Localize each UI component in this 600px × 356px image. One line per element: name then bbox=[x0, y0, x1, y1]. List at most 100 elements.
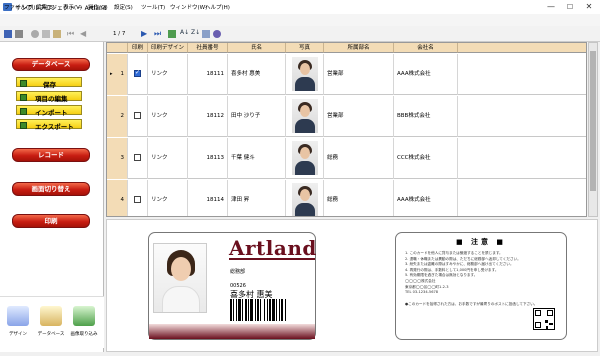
table-row[interactable]: 2 リンク 18112 田中 沙り子 営業部 BBB株式会社 bbox=[107, 96, 586, 137]
image-icon[interactable] bbox=[168, 30, 176, 38]
image-import-tool-label: 画像取り込み bbox=[70, 332, 98, 337]
sort-asc-icon[interactable]: A↓ bbox=[180, 29, 189, 36]
header-department[interactable]: 所属部名 bbox=[324, 43, 394, 53]
design-tool-icon[interactable] bbox=[7, 306, 29, 326]
design-cell[interactable]: リンク bbox=[148, 180, 188, 216]
qr-module bbox=[549, 323, 553, 325]
database-tool-icon[interactable] bbox=[40, 306, 62, 326]
print-checkbox[interactable] bbox=[134, 196, 141, 203]
menu-help[interactable]: ヘルプ(H) bbox=[205, 3, 230, 11]
photo-face bbox=[300, 105, 310, 117]
barcode-bar bbox=[260, 299, 261, 321]
notice-line: ●このカードを拾得された方は、お手数ですが最寄りのポストに投函して下さい。 bbox=[405, 302, 538, 306]
print-checkbox[interactable] bbox=[134, 154, 141, 161]
menu-operation[interactable]: 操作(O) bbox=[88, 3, 108, 11]
print-cell[interactable] bbox=[128, 54, 148, 95]
menu-edit[interactable]: 編集(E) bbox=[36, 3, 55, 11]
department-cell[interactable]: 総務 bbox=[324, 138, 394, 179]
import-button[interactable]: インポート bbox=[16, 105, 82, 117]
save-icon[interactable] bbox=[4, 30, 12, 38]
row-header[interactable]: ▸ 1 bbox=[107, 54, 128, 95]
table-row[interactable]: ▸1 リンク18111喜多村 惠美営業部AAA株式会社 bbox=[107, 54, 586, 95]
header-print-design[interactable]: 印刷デザイン bbox=[148, 43, 188, 53]
sort-desc-icon[interactable]: Z↓ bbox=[191, 29, 200, 36]
menu-window[interactable]: ウィンドウ(W) bbox=[170, 3, 207, 11]
table-icon[interactable] bbox=[202, 30, 210, 38]
minimize-button[interactable]: — bbox=[542, 1, 560, 13]
first-record-icon[interactable]: ⏮ bbox=[67, 29, 74, 39]
menu-file[interactable]: ファイル(F) bbox=[4, 3, 33, 11]
grid-scrollbar-thumb[interactable] bbox=[590, 51, 596, 191]
prev-record-icon[interactable]: ◀ bbox=[80, 29, 86, 38]
photo-face bbox=[300, 189, 310, 201]
qr-module bbox=[545, 320, 548, 323]
name-cell[interactable]: 田中 沙り子 bbox=[228, 96, 286, 137]
employee-number-cell[interactable]: 18113 bbox=[188, 138, 228, 179]
name-cell[interactable]: 津田 昇 bbox=[228, 180, 286, 216]
cut-icon[interactable] bbox=[31, 30, 39, 38]
menu-tools[interactable]: ツール(T) bbox=[141, 3, 165, 11]
print-icon[interactable] bbox=[15, 30, 23, 38]
header-print[interactable]: 印刷 bbox=[128, 43, 148, 53]
database-button[interactable]: データベース bbox=[12, 58, 90, 71]
employee-number-cell[interactable]: 18111 bbox=[188, 54, 228, 95]
print-cell[interactable] bbox=[128, 96, 148, 137]
close-button[interactable]: ✕ bbox=[580, 1, 598, 13]
paste-icon[interactable] bbox=[53, 30, 61, 38]
header-employee-number[interactable]: 社員番号 bbox=[188, 43, 228, 53]
barcode bbox=[230, 299, 286, 321]
company-cell[interactable]: AAA株式会社 bbox=[394, 180, 458, 216]
edit-fields-button[interactable]: 項目の編集 bbox=[16, 91, 82, 103]
database-tool-label: データベース bbox=[37, 332, 65, 337]
copy-icon[interactable] bbox=[42, 30, 50, 38]
department-cell[interactable]: 営業部 bbox=[324, 96, 394, 137]
menu-view[interactable]: 表示(V) bbox=[63, 3, 82, 11]
save-button[interactable]: 保存 bbox=[16, 77, 82, 89]
row-header[interactable]: 4 bbox=[107, 180, 128, 216]
design-cell[interactable]: リンク bbox=[148, 138, 188, 179]
screen-switch-button[interactable]: 画面切り替え bbox=[12, 182, 90, 196]
company-cell[interactable]: CCC株式会社 bbox=[394, 138, 458, 179]
last-record-icon[interactable]: ⏭ bbox=[154, 29, 161, 39]
employee-number-cell[interactable]: 18114 bbox=[188, 180, 228, 216]
header-photo[interactable]: 写真 bbox=[286, 43, 324, 53]
export-button[interactable]: エクスポート bbox=[16, 119, 82, 131]
print-cell[interactable] bbox=[128, 138, 148, 179]
department-cell[interactable]: 営業部 bbox=[324, 54, 394, 95]
table-row[interactable]: 3 リンク 18113 千葉 健斗 総務 CCC株式会社 bbox=[107, 138, 586, 179]
photo-cell[interactable] bbox=[286, 54, 324, 95]
print-checkbox[interactable] bbox=[134, 68, 141, 77]
department-cell[interactable]: 総務 bbox=[324, 180, 394, 216]
company-cell[interactable]: AAA株式会社 bbox=[394, 54, 458, 95]
barcode-bar bbox=[276, 299, 277, 321]
row-header[interactable]: 2 bbox=[107, 96, 128, 137]
maximize-button[interactable]: ☐ bbox=[561, 1, 579, 13]
menu-settings[interactable]: 設定(S) bbox=[114, 3, 133, 11]
barcode-bar bbox=[250, 299, 253, 321]
header-company[interactable]: 会社名 bbox=[394, 43, 458, 53]
barcode-bar bbox=[281, 299, 283, 321]
photo-cell[interactable] bbox=[286, 180, 324, 216]
settings-icon[interactable] bbox=[213, 30, 221, 38]
image-import-tool-icon[interactable] bbox=[73, 306, 95, 326]
barcode-bar bbox=[257, 299, 259, 321]
header-name[interactable]: 氏名 bbox=[228, 43, 286, 53]
photo-cell[interactable] bbox=[286, 138, 324, 179]
name-cell[interactable]: 喜多村 惠美 bbox=[228, 54, 286, 95]
employee-number-cell[interactable]: 18112 bbox=[188, 96, 228, 137]
print-button[interactable]: 印刷 bbox=[12, 214, 90, 228]
photo-cell[interactable] bbox=[286, 96, 324, 137]
toolbar bbox=[0, 26, 600, 42]
export-icon bbox=[20, 122, 27, 129]
print-checkbox[interactable] bbox=[134, 112, 141, 119]
design-cell[interactable]: リンク bbox=[148, 54, 188, 95]
record-button[interactable]: レコード bbox=[12, 148, 90, 162]
design-cell[interactable]: リンク bbox=[148, 96, 188, 137]
next-record-icon[interactable]: ▶ bbox=[141, 29, 147, 38]
name-cell[interactable]: 千葉 健斗 bbox=[228, 138, 286, 179]
qr-code bbox=[533, 308, 555, 330]
row-header[interactable]: 3 bbox=[107, 138, 128, 179]
print-cell[interactable] bbox=[128, 180, 148, 216]
table-row[interactable]: 4 リンク 18114 津田 昇 総務 AAA株式会社 bbox=[107, 180, 586, 216]
company-cell[interactable]: BBB株式会社 bbox=[394, 96, 458, 137]
